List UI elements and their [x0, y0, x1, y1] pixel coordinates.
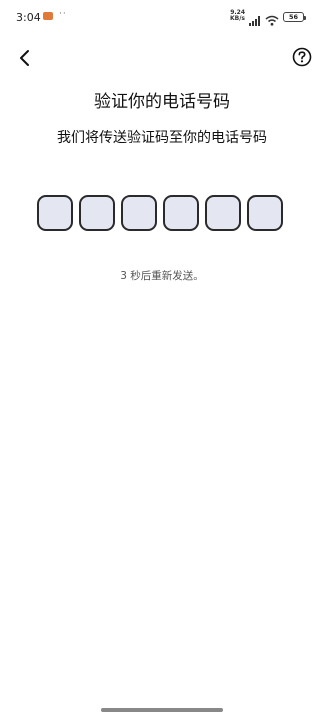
question-circle-icon: [292, 47, 312, 67]
network-speed: 9.24 KB/s: [230, 10, 245, 22]
code-digit-5[interactable]: [205, 195, 241, 231]
battery-icon: 56: [283, 12, 306, 22]
status-bar: 3:04 ·· 9.24 KB/s 56: [0, 0, 324, 36]
help-button[interactable]: [291, 46, 313, 68]
chevron-left-icon: [20, 50, 29, 66]
wifi-icon: [265, 11, 279, 30]
code-digit-1[interactable]: [37, 195, 73, 231]
page-subtitle: 我们将传送验证码至你的电话号码: [57, 130, 267, 146]
code-digit-4[interactable]: [163, 195, 199, 231]
back-button[interactable]: [12, 46, 36, 70]
app-notification-icon: [43, 12, 53, 20]
network-speed-unit: KB/s: [230, 15, 245, 22]
code-digit-6[interactable]: [247, 195, 283, 231]
more-notifications-icon: ··: [59, 9, 67, 19]
page-title: 验证你的电话号码: [94, 92, 230, 112]
verification-code-input[interactable]: [37, 195, 283, 231]
verify-phone-screen: 3:04 ·· 9.24 KB/s 56 验证你的电话号码 我们将传送验证码至你…: [0, 0, 324, 720]
resend-countdown: 3 秒后重新发送。: [120, 270, 204, 282]
signal-icon: [249, 11, 262, 30]
status-time: 3:04: [16, 11, 41, 24]
code-digit-3[interactable]: [121, 195, 157, 231]
home-indicator[interactable]: [101, 708, 223, 712]
code-digit-2[interactable]: [79, 195, 115, 231]
